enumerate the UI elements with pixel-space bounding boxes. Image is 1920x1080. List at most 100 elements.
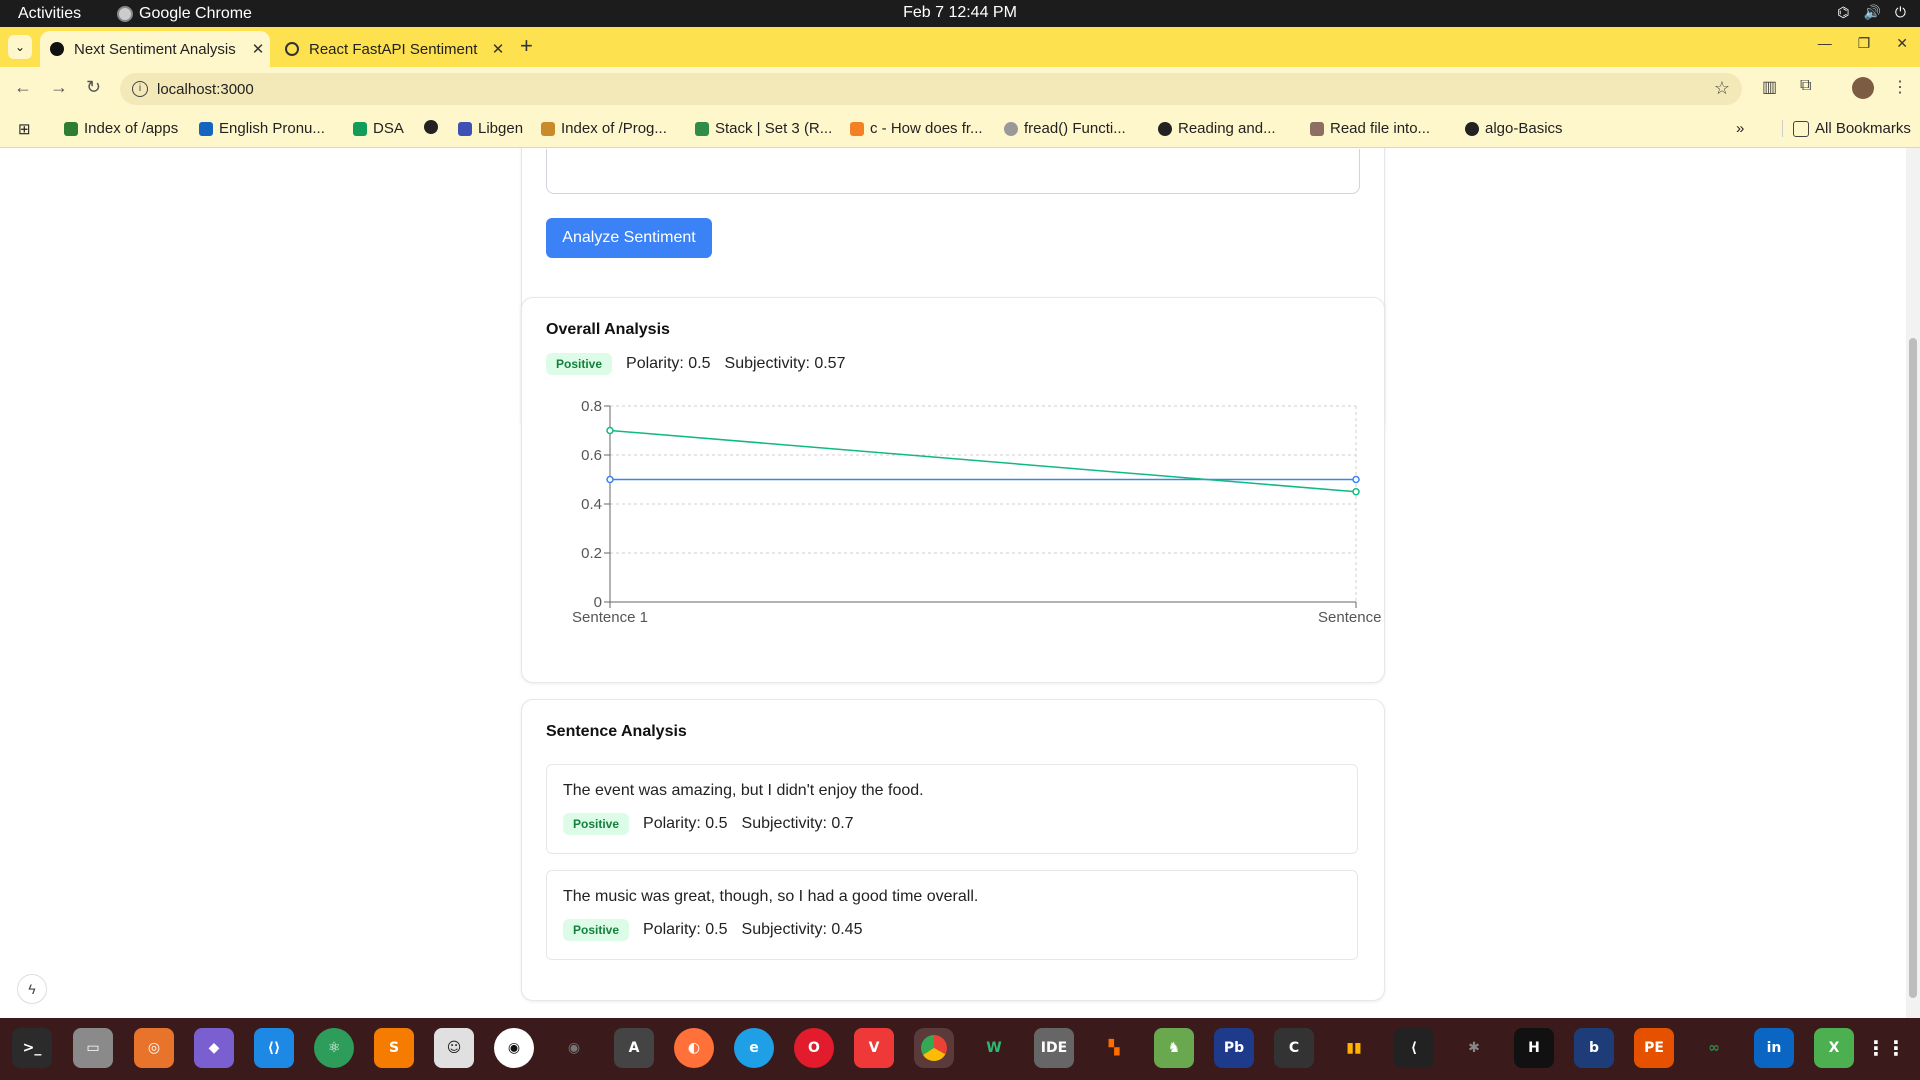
scrollbar-thumb[interactable]	[1909, 338, 1917, 998]
bookmark-item[interactable]: Libgen	[458, 120, 523, 137]
clock[interactable]: Feb 7 12:44 PM	[0, 4, 1920, 22]
ideone-icon[interactable]: IDE	[1034, 1028, 1074, 1068]
github-alt-icon[interactable]: ◉	[554, 1028, 594, 1068]
y-tick-label: 0.6	[581, 447, 602, 464]
bookmark-item[interactable]: fread() Functi...	[1004, 120, 1126, 137]
webstorm-icon[interactable]: W	[974, 1028, 1014, 1068]
bookmark-label: Index of /Prog...	[561, 120, 667, 137]
menu-icon[interactable]: ⋮	[1892, 77, 1908, 97]
app-menu[interactable]: Google Chrome	[117, 5, 252, 23]
reading-list-icon[interactable]: ▥	[1762, 77, 1777, 97]
hackerrank-icon[interactable]: H	[1514, 1028, 1554, 1068]
system-tray[interactable]: ⌬ 🔊 ⏻	[1837, 4, 1906, 21]
overall-analysis-heading: Overall Analysis	[546, 321, 670, 338]
sentiment-badge: Positive	[563, 919, 630, 941]
volume-icon[interactable]: 🔊	[1863, 4, 1880, 21]
new-tab-button[interactable]: +	[520, 33, 533, 59]
bookmark-favicon-icon	[64, 121, 78, 136]
subjectivity-value: Subjectivity: 0.57	[724, 355, 846, 372]
stackoverflow-icon	[850, 121, 864, 136]
bookmark-star-icon[interactable]: ☆	[1714, 78, 1730, 99]
sentiment-badge: Positive	[563, 813, 630, 835]
gimp-icon[interactable]: ☺	[434, 1028, 474, 1068]
bookmark-favicon-icon	[199, 121, 213, 136]
bookmark-item[interactable]: c - How does fr...	[850, 120, 983, 137]
bookmark-item[interactable]: DSA	[353, 120, 404, 137]
pb-app-icon[interactable]: Pb	[1214, 1028, 1254, 1068]
show-apps-grid-icon[interactable]: ⋮⋮	[1866, 1028, 1906, 1068]
opera-icon[interactable]: O	[794, 1028, 834, 1068]
tab-next-sentiment[interactable]: Next Sentiment Analysis ✕	[40, 31, 270, 67]
reload-icon[interactable]: ↻	[86, 77, 101, 98]
all-bookmarks[interactable]: All Bookmarks	[1782, 120, 1911, 137]
minimize-icon[interactable]: —	[1818, 35, 1832, 52]
bookmark-item[interactable]: algo-Basics	[1465, 120, 1563, 137]
pe-app-icon[interactable]: PE	[1634, 1028, 1674, 1068]
sublime-text-icon[interactable]: S	[374, 1028, 414, 1068]
tab-react-fastapi[interactable]: React FastAPI Sentiment ✕	[275, 31, 510, 67]
bookmark-item[interactable]: Stack | Set 3 (R...	[695, 120, 832, 137]
polarity-value: Polarity: 0.5	[643, 815, 728, 832]
google-chrome-icon[interactable]	[914, 1028, 954, 1068]
power-icon[interactable]: ⏻	[1895, 4, 1906, 21]
system-top-bar: Activities Google Chrome Feb 7 12:44 PM …	[0, 0, 1920, 27]
extensions-icon[interactable]: ⧉	[1800, 77, 1811, 95]
edge-icon[interactable]: e	[734, 1028, 774, 1068]
vscode-icon[interactable]: ⟨⟩	[254, 1028, 294, 1068]
bookmark-item[interactable]	[424, 120, 444, 134]
linkedin-icon[interactable]: in	[1754, 1028, 1794, 1068]
vivaldi-icon[interactable]: V	[854, 1028, 894, 1068]
sentence-text: The music was great, though, so I had a …	[563, 888, 979, 905]
text-input-area[interactable]	[546, 149, 1360, 194]
spider-app-icon[interactable]: ✱	[1454, 1028, 1494, 1068]
bookmark-item[interactable]: English Pronu...	[199, 120, 325, 137]
forward-icon[interactable]: →	[50, 77, 68, 98]
tab-search-button[interactable]: ⌄	[8, 35, 32, 59]
profile-avatar[interactable]	[1852, 77, 1874, 99]
analyze-sentiment-button[interactable]: Analyze Sentiment	[546, 218, 712, 258]
data-point	[1352, 488, 1360, 496]
polarity-value: Polarity: 0.5	[643, 921, 728, 938]
back-icon[interactable]: ←	[14, 77, 32, 98]
y-tick-label: 0.8	[581, 398, 602, 415]
files-icon[interactable]: ▭	[73, 1028, 113, 1068]
page-scrollbar[interactable]	[1906, 148, 1920, 1018]
atom-icon[interactable]: ⚛	[314, 1028, 354, 1068]
font-app-icon[interactable]: A	[614, 1028, 654, 1068]
site-info-icon[interactable]: i	[132, 81, 148, 97]
gitkraken-icon[interactable]: ▚	[1094, 1028, 1134, 1068]
window-controls: — ❐ ✕	[1818, 35, 1908, 52]
nextjs-favicon-icon	[50, 42, 64, 56]
close-window-icon[interactable]: ✕	[1896, 35, 1908, 52]
c-app-icon[interactable]: C	[1274, 1028, 1314, 1068]
dev-tools-lightning-icon[interactable]: ϟ	[17, 974, 47, 1004]
address-bar[interactable]: i localhost:3000 ☆	[120, 73, 1742, 105]
restore-icon[interactable]: ❐	[1858, 35, 1871, 52]
dinosaur-app-icon[interactable]: ♞	[1154, 1028, 1194, 1068]
geeksforgeeks-icon[interactable]: ∞	[1694, 1028, 1734, 1068]
bookmark-item[interactable]: Index of /apps	[64, 120, 178, 137]
postman-icon[interactable]: ◎	[134, 1028, 174, 1068]
url-text[interactable]: localhost:3000	[157, 81, 254, 98]
bookmark-item[interactable]: Index of /Prog...	[541, 120, 667, 137]
charts-app-icon[interactable]: ▮▮	[1334, 1028, 1374, 1068]
network-icon[interactable]: ⌬	[1837, 4, 1849, 21]
close-tab-icon[interactable]: ✕	[486, 40, 510, 58]
bookmark-item[interactable]: Reading and...	[1158, 120, 1276, 137]
terminal-icon[interactable]: >_	[12, 1028, 52, 1068]
close-tab-icon[interactable]: ✕	[246, 40, 270, 58]
bookmark-label: English Pronu...	[219, 120, 325, 137]
y-tick-label: 0.2	[581, 545, 602, 562]
xampp-icon[interactable]: X	[1814, 1028, 1854, 1068]
overall-analysis-card: Overall Analysis Positive Polarity: 0.5 …	[521, 297, 1385, 683]
firefox-icon[interactable]: ◐	[674, 1028, 714, 1068]
cube-app-icon[interactable]: ◆	[194, 1028, 234, 1068]
apps-grid-icon[interactable]: ⊞	[18, 120, 31, 138]
github-desktop-icon[interactable]: ◉	[494, 1028, 534, 1068]
bookmark-item[interactable]: Read file into...	[1310, 120, 1430, 137]
bookmark-label: fread() Functi...	[1024, 120, 1126, 137]
chrome-app-icon[interactable]: b	[1574, 1028, 1614, 1068]
leetcode-icon[interactable]: ⟨	[1394, 1028, 1434, 1068]
more-bookmarks-icon[interactable]: »	[1736, 120, 1744, 137]
activities-button[interactable]: Activities	[18, 5, 81, 23]
